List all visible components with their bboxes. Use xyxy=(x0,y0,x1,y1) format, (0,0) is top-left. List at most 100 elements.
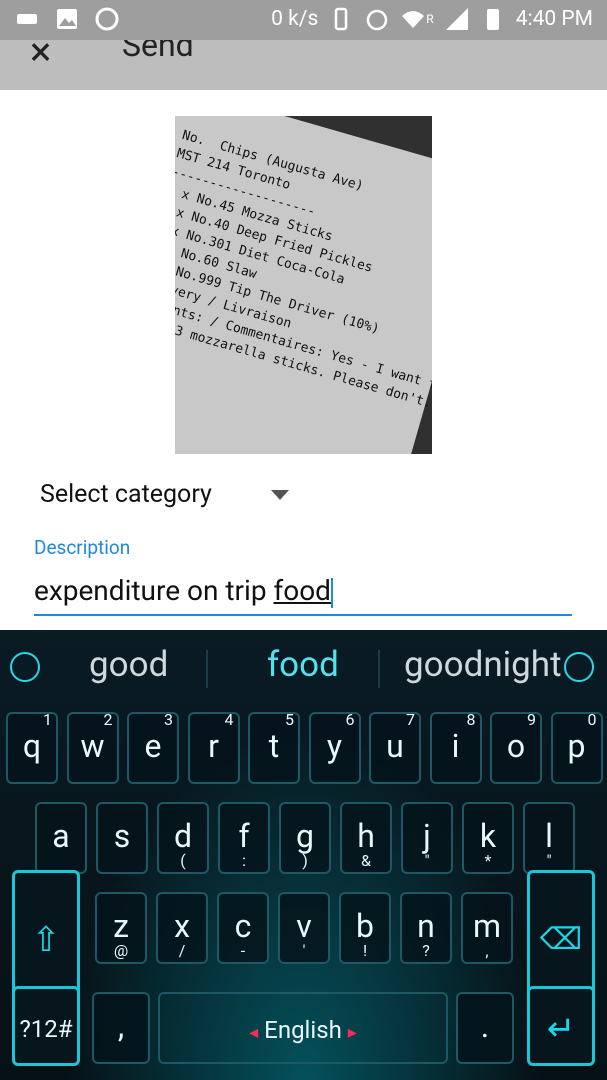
key-hint: 2 xyxy=(103,710,113,729)
key-f[interactable]: f: xyxy=(218,802,270,874)
key-c[interactable]: c- xyxy=(217,892,269,964)
description-field[interactable]: expenditure on trip food xyxy=(34,574,572,616)
key-l[interactable]: l " xyxy=(523,802,575,874)
key-label: f xyxy=(238,817,250,855)
key-label: e xyxy=(144,727,162,765)
key-hint: 5 xyxy=(285,710,294,729)
soft-keyboard: good food goodnight q1w2e3r4t5y6u7i8o9p0… xyxy=(0,630,607,1080)
comma-key[interactable]: , xyxy=(92,992,150,1064)
key-hint: 6 xyxy=(345,710,355,729)
suggestion-divider xyxy=(378,650,380,688)
network-speed: 0 k/s xyxy=(271,7,319,31)
key-label: p xyxy=(567,727,586,765)
space-key-label: English xyxy=(264,1016,342,1044)
composing-word: food xyxy=(273,574,331,607)
key-hint: ! xyxy=(362,941,368,960)
chevron-down-icon[interactable] xyxy=(271,490,289,500)
key-m[interactable]: m, xyxy=(461,892,513,964)
key-z[interactable]: z @ xyxy=(95,892,147,964)
key-label: u xyxy=(386,727,404,765)
key-g[interactable]: g) xyxy=(279,802,331,874)
key-label: x xyxy=(174,907,190,945)
whatsapp-icon xyxy=(95,7,119,31)
category-select[interactable]: Select category xyxy=(40,480,212,509)
arrow-right-icon: ▸ xyxy=(347,1022,357,1043)
key-hint: : xyxy=(242,851,246,870)
key-hint: 3 xyxy=(164,710,173,729)
suggestion-3[interactable]: goodnight xyxy=(404,644,562,685)
signal-icon xyxy=(445,8,468,30)
key-label: i xyxy=(451,727,460,765)
key-q[interactable]: q1 xyxy=(6,710,58,784)
key-label: m xyxy=(472,907,502,945)
key-j[interactable]: j " xyxy=(401,802,453,874)
receipt-photo[interactable]: No. Chips (Augusta Ave) MST 214 Toronto --… xyxy=(175,116,432,454)
key-u[interactable]: u7 xyxy=(369,710,421,784)
key-d[interactable]: d( xyxy=(157,802,209,874)
arrow-left-icon: ◂ xyxy=(249,1022,259,1043)
key-hint: 0 xyxy=(587,710,597,729)
close-icon[interactable]: × xyxy=(30,40,51,75)
key-label: k xyxy=(479,817,497,855)
key-o[interactable]: o9 xyxy=(490,710,542,784)
key-hint: , xyxy=(485,941,489,960)
key-w[interactable]: w2 xyxy=(66,710,119,784)
suggestion-1[interactable]: good xyxy=(89,644,168,685)
key-label: w xyxy=(80,727,105,765)
key-hint: ? xyxy=(422,941,430,960)
key-hint: - xyxy=(240,941,246,960)
description-text: expenditure on trip xyxy=(34,574,274,607)
key-hint: 1 xyxy=(43,710,52,729)
key-label: n xyxy=(417,907,435,945)
key-label: j xyxy=(423,817,431,855)
keyboard-menu-icon[interactable] xyxy=(10,652,40,682)
delete-key[interactable]: ⌫ xyxy=(527,870,595,1004)
key-r[interactable]: r4 xyxy=(187,710,240,784)
key-label: h xyxy=(357,817,375,855)
period-key[interactable]: . xyxy=(456,992,514,1064)
key-label: g xyxy=(296,817,314,855)
key-label: q xyxy=(22,727,42,765)
key-hint: & xyxy=(361,851,371,870)
battery-icon xyxy=(486,9,499,30)
status-bar: 0 k/s R 4:40 PM xyxy=(0,0,607,40)
key-b[interactable]: b! xyxy=(339,892,391,964)
symbols-key[interactable]: ?12# xyxy=(12,986,80,1066)
key-t[interactable]: t5 xyxy=(248,710,300,784)
clock: 4:40 PM xyxy=(515,7,593,31)
key-hint: * xyxy=(484,851,492,870)
shift-key[interactable]: ⇧ xyxy=(12,870,80,1004)
key-a[interactable]: a xyxy=(35,802,87,874)
key-hint: 4 xyxy=(224,710,234,729)
emoji-icon[interactable] xyxy=(564,652,594,682)
suggestion-divider xyxy=(206,650,208,688)
key-hint: ' xyxy=(302,941,306,960)
key-label: c xyxy=(234,907,252,945)
key-k[interactable]: k * xyxy=(462,802,514,874)
key-y[interactable]: y6 xyxy=(308,710,361,784)
key-e[interactable]: e3 xyxy=(127,710,179,784)
image-notification-icon xyxy=(57,9,77,29)
suggestion-bar: good food goodnight xyxy=(0,630,607,702)
key-hint: ) xyxy=(302,851,308,870)
key-p[interactable]: p0 xyxy=(550,710,603,784)
keyboard-notification-icon xyxy=(17,14,37,24)
suggestion-2[interactable]: food xyxy=(267,644,339,685)
wifi-icon xyxy=(402,11,425,28)
key-s[interactable]: s xyxy=(96,802,148,874)
key-i[interactable]: i8 xyxy=(429,710,482,784)
key-label: r xyxy=(208,727,219,765)
key-label: z xyxy=(113,907,129,945)
key-h[interactable]: h & xyxy=(340,802,392,874)
key-hint: / xyxy=(178,941,186,960)
key-hint: 7 xyxy=(406,710,415,729)
space-key[interactable]: ◂ English ▸ xyxy=(158,992,448,1064)
key-hint: " xyxy=(424,851,430,870)
key-n[interactable]: n? xyxy=(400,892,452,964)
enter-key[interactable]: ↵ xyxy=(527,986,595,1066)
backspace-icon: ⌫ xyxy=(539,922,583,957)
shift-icon: ⇧ xyxy=(31,920,61,960)
key-v[interactable]: v ' xyxy=(278,892,330,964)
key-label: l xyxy=(545,817,553,855)
key-x[interactable]: x / xyxy=(156,892,208,964)
